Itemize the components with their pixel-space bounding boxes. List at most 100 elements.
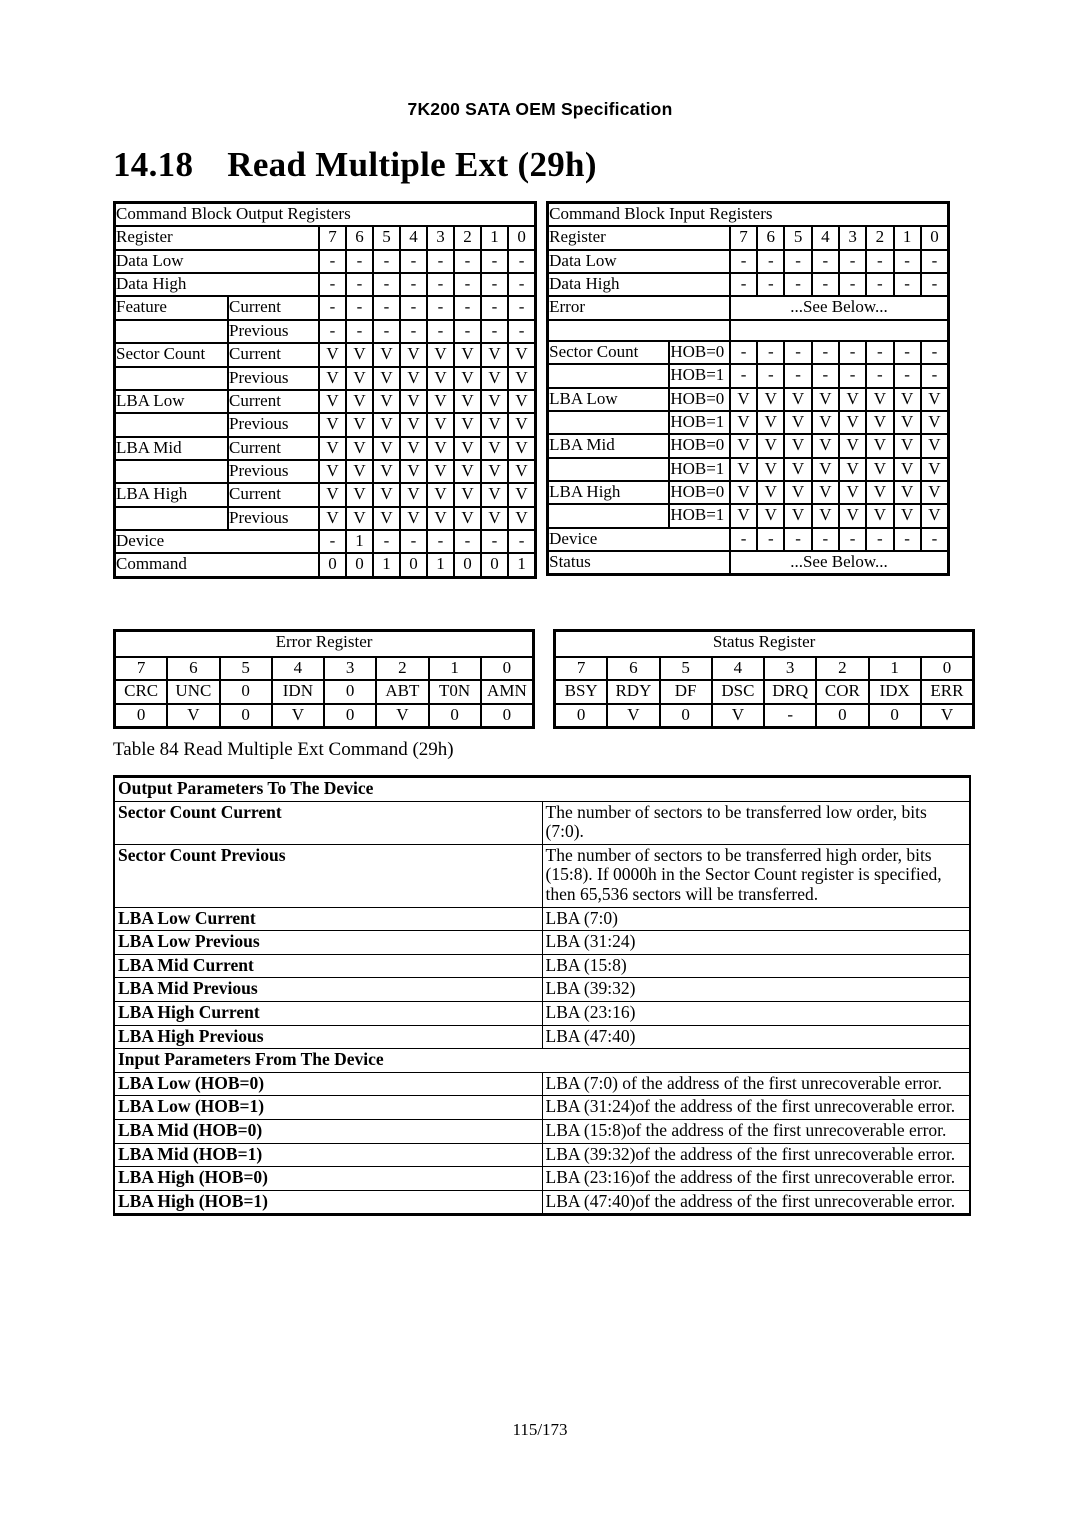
flag-value: V <box>920 703 974 728</box>
parameter-description: LBA (31:24) <box>541 930 969 955</box>
table-row: LBA High (HOB=1) LBA (47:40)of the addres… <box>115 1189 969 1215</box>
bit-cell: V <box>757 434 785 458</box>
bit-cell: - <box>757 364 785 388</box>
table-row: Command Block Output Registers <box>115 203 536 227</box>
bit-header: 0 <box>508 226 536 250</box>
flag-name: UNC <box>167 680 220 704</box>
bit-cell: V <box>838 434 867 458</box>
bit-cell: - <box>811 249 839 274</box>
parameter-name: Sector Count Current <box>115 800 543 845</box>
table-row: HOB=1- - - - - - - - <box>548 364 949 388</box>
register-sublabel: HOB=1 <box>669 410 730 435</box>
flag-value: 0 <box>868 703 921 728</box>
bit-cell: V <box>838 387 867 411</box>
bit-cell: V <box>481 343 508 367</box>
bit-cell: V <box>319 343 346 367</box>
table-row: Previous V V V V V V V V <box>115 459 536 484</box>
bit-cell: V <box>319 366 346 390</box>
table-row: LBA High HOB=0 V V V V V V V V <box>548 480 949 505</box>
bit-cell: 0 <box>346 553 373 577</box>
bit-cell: V <box>893 504 921 528</box>
table-row: Register 7 6 5 4 3 2 1 0 <box>548 226 949 250</box>
parameter-description: The number of sectors to be transferred … <box>541 843 969 908</box>
bit-cell: V <box>400 459 427 484</box>
register-name: LBA Low <box>548 387 670 411</box>
table-row: Sector Count HOB=0- - - - - - - - <box>548 340 949 365</box>
see-below-note: ...See Below... <box>729 551 949 575</box>
bit-header: 6 <box>346 226 373 250</box>
register-sublabel: HOB=0 <box>669 387 730 411</box>
table-row: 76543210 <box>115 657 534 681</box>
bit-header: 6 <box>167 657 220 681</box>
panel-title: Command Block Output Registers <box>115 203 536 227</box>
bit-cell: V <box>346 413 373 437</box>
bit-cell: - <box>893 364 921 388</box>
register-name: LBA Low <box>115 389 228 414</box>
register-sublabel: Previous <box>228 413 319 437</box>
bit-header: 3 <box>427 226 454 250</box>
flag-registers: Error Register 7 6 5 4 3 2 1 0 CRC UNC 0 IDN 0 ABT T0N A… <box>113 629 976 730</box>
register-name <box>115 319 228 344</box>
bit-cell: V <box>454 389 481 414</box>
bit-cell: V <box>319 413 346 437</box>
parameter-name: LBA High (HOB=1) <box>115 1189 543 1215</box>
bit-cell: V <box>920 434 949 458</box>
bit-cell: - <box>373 530 400 554</box>
bit-cell: V <box>729 387 758 411</box>
bit-cell: V <box>373 483 400 507</box>
register-name <box>115 366 228 390</box>
flag-value: V <box>376 703 429 728</box>
bit-cell: V <box>893 387 921 411</box>
bit-cell: - <box>784 249 812 274</box>
register-sublabel: HOB=1 <box>669 504 730 528</box>
bit-cell: V <box>427 413 454 437</box>
bit-cell: 1 <box>373 553 400 577</box>
bit-cell: - <box>893 249 921 274</box>
bit-cell: V <box>508 436 536 460</box>
command-block-input-table: Command Block Input Registers Register 7 6 5… <box>548 203 949 575</box>
bit-cell: V <box>346 389 373 414</box>
table-row: Sector Count Previous The number of secto… <box>115 843 969 908</box>
bit-cell: V <box>481 366 508 390</box>
table-row: Previous V V V V V V V V <box>115 413 536 437</box>
bit-cell: - <box>893 340 921 365</box>
flag-value: 0 <box>428 703 481 728</box>
table-row: LBA High (HOB=0) LBA (23:16)of the addres… <box>115 1166 969 1191</box>
parameter-name: LBA Mid Previous <box>115 977 543 1002</box>
parameter-description: LBA (47:40) <box>541 1024 969 1050</box>
bit-cell: V <box>784 387 812 411</box>
table-row: Sector Count Current The number of sector… <box>115 800 969 845</box>
flag-value: 0 <box>659 703 712 728</box>
bit-cell: V <box>811 434 839 458</box>
bit-cell: V <box>866 434 894 458</box>
bit-cell: - <box>319 273 346 297</box>
parameter-name: LBA Low Previous <box>115 930 543 955</box>
bit-header: 2 <box>454 226 481 250</box>
bit-cell: V <box>866 387 894 411</box>
bit-cell: - <box>427 296 454 320</box>
flag-name: CRC <box>115 680 168 704</box>
register-sublabel: HOB=1 <box>669 364 730 388</box>
bit-cell: 0 <box>400 553 427 577</box>
parameter-name: LBA Mid (HOB=0) <box>115 1118 543 1144</box>
bit-cell: V <box>319 436 346 460</box>
bit-cell: V <box>729 480 758 505</box>
bit-cell: V <box>508 389 536 414</box>
register-sublabel: HOB=0 <box>669 480 730 505</box>
bit-cell: - <box>729 249 758 274</box>
bit-cell: V <box>893 480 921 505</box>
bit-cell: - <box>729 340 758 365</box>
bit-cell: - <box>454 319 481 344</box>
parameter-description: LBA (47:40)of the address of the first u… <box>541 1189 969 1215</box>
register-name: LBA High <box>548 480 670 505</box>
bit-cell: 0 <box>481 553 508 577</box>
table-row: Device - - - - - - - - <box>548 527 949 552</box>
bit-cell: V <box>346 366 373 390</box>
status-register-panel: Status Register 7 6 5 4 3 2 1 0 BSY RDY DF DSC DRQ COR… <box>553 629 976 730</box>
table-row: LBA Mid Current LBA (15:8) <box>115 953 969 979</box>
flag-name: T0N <box>428 680 481 704</box>
bit-cell: V <box>400 413 427 437</box>
bit-cell: - <box>866 340 894 365</box>
flag-name: DF <box>659 680 712 704</box>
bit-cell: - <box>757 527 785 552</box>
